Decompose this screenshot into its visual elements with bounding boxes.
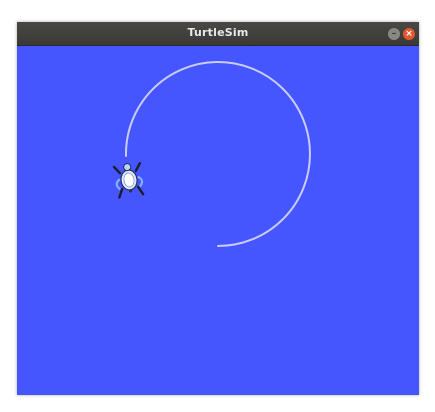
canvas-drawing xyxy=(112,61,311,247)
close-button[interactable]: × xyxy=(403,28,415,40)
close-icon: × xyxy=(405,29,413,39)
turtle-icon xyxy=(112,162,145,199)
window-title: TurtleSim xyxy=(187,26,249,39)
turtlesim-window: TurtleSim – × xyxy=(17,22,419,395)
minimize-button[interactable]: – xyxy=(388,28,400,40)
turtle-canvas xyxy=(17,46,419,395)
pen-trail xyxy=(124,61,311,247)
minimize-icon: – xyxy=(391,29,397,39)
title-bar[interactable]: TurtleSim – × xyxy=(17,22,419,46)
